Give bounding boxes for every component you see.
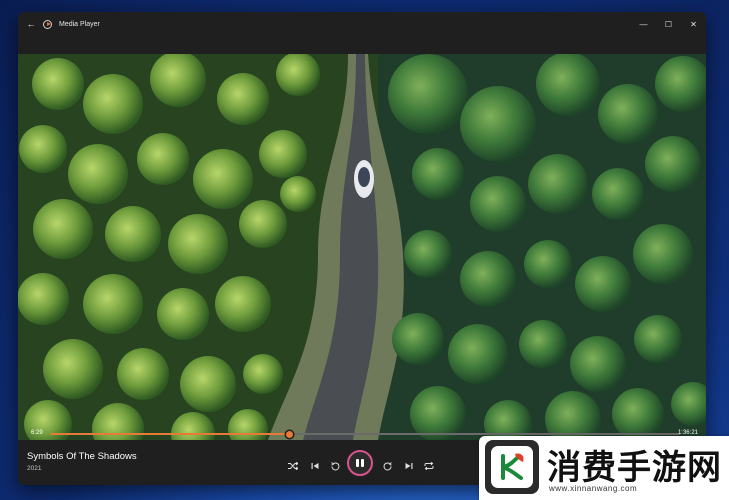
elapsed-time: 6:29	[31, 430, 43, 436]
watermark-url: www.xinnanwang.com	[549, 484, 638, 493]
previous-icon[interactable]	[308, 459, 322, 473]
track-year: 2021	[27, 465, 42, 472]
seek-bar[interactable]	[50, 430, 680, 438]
shuffle-icon[interactable]	[286, 459, 300, 473]
pause-button[interactable]	[347, 450, 373, 476]
repeat-icon[interactable]	[422, 459, 436, 473]
track-title: Symbols Of The Shadows	[27, 451, 137, 462]
car	[354, 160, 374, 198]
forward-30-icon[interactable]	[380, 459, 394, 473]
rewind-10-icon[interactable]	[328, 459, 342, 473]
window-controls: — ☐ ✕	[631, 16, 706, 32]
seek-bar-fill	[50, 433, 290, 435]
next-icon[interactable]	[402, 459, 416, 473]
minimize-button[interactable]: —	[631, 16, 656, 32]
back-icon[interactable]: ←	[23, 16, 39, 32]
video-scene	[18, 54, 706, 440]
video-frame[interactable]	[18, 54, 706, 440]
watermark-text: 消费手游网	[547, 448, 722, 488]
app-logo-icon	[43, 19, 52, 29]
watermark-banner: 消费手游网 www.xinnanwang.com	[479, 436, 729, 500]
pause-icon	[356, 459, 359, 467]
close-button[interactable]: ✕	[681, 16, 706, 32]
maximize-button[interactable]: ☐	[656, 16, 681, 32]
title-bar: ← Media Player — ☐ ✕	[18, 12, 706, 36]
seek-thumb[interactable]	[285, 430, 293, 438]
watermark-logo-icon	[485, 440, 539, 494]
media-player-window: ← Media Player — ☐ ✕ 6:29 1:36:21 Symbol…	[18, 12, 706, 485]
window-title: Media Player	[59, 20, 100, 28]
